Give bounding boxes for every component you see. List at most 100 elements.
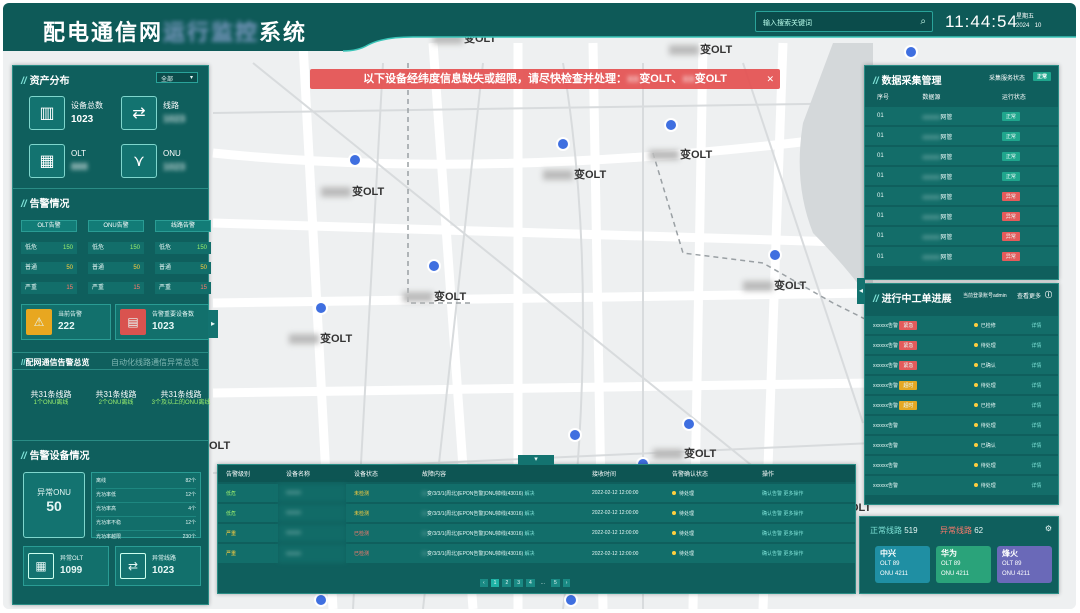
search-icon[interactable]: ⌕ bbox=[920, 16, 926, 27]
summary-item[interactable]: 共31条线路 3个及以上的ONU离线 bbox=[151, 391, 211, 407]
view-more-link[interactable]: 查看更多 bbox=[1017, 291, 1041, 300]
table-row[interactable]: xxxxxx告警 紧急 已确认 详情 bbox=[865, 354, 1058, 375]
table-row[interactable]: 01 xxxxxx网管 正常 bbox=[865, 145, 1058, 166]
abnormal-line-count: 异常线路 62 bbox=[940, 526, 984, 535]
map-label[interactable]: OLT bbox=[209, 440, 230, 452]
confirm-alarm-link[interactable]: 确认告警 bbox=[762, 551, 782, 557]
map-label[interactable]: 变OLT bbox=[289, 330, 352, 346]
page-5[interactable]: 5 bbox=[550, 579, 560, 587]
map-label[interactable]: 变OLT bbox=[653, 445, 716, 461]
collapse-left-icon[interactable]: ▸ bbox=[208, 310, 218, 338]
clock: 11:44:54 bbox=[945, 12, 1018, 31]
asset-filter-select[interactable]: 全部 ▾ bbox=[156, 72, 198, 83]
more-actions-link[interactable]: 更多操作 bbox=[783, 551, 803, 557]
work-order-panel: ◂ //进行中工单进展 当前登录账号admin 查看更多 ⓘ xxxxxx告警 … bbox=[857, 278, 1059, 505]
table-row[interactable]: xxxxxx告警 紧急 已检修 详情 bbox=[865, 314, 1058, 335]
abnormal-line-card[interactable]: ⇄ 异常线路 1023 bbox=[115, 546, 201, 586]
tab-olt-alarm[interactable]: OLT告警 bbox=[21, 220, 77, 232]
table-row[interactable]: 01 xxxxxx网管 正常 bbox=[865, 105, 1058, 126]
table-row[interactable]: 01 xxxxxx网管 异常 bbox=[865, 205, 1058, 226]
onu-icon: ⋎ bbox=[121, 144, 157, 178]
table-row[interactable]: xxxxxx告警 超时 待处理 详情 bbox=[865, 374, 1058, 395]
summary-item[interactable]: 共31条线路 2个ONU离线 bbox=[86, 391, 146, 407]
table-row[interactable]: 01 xxxxxx网管 异常 bbox=[865, 225, 1058, 246]
vendor-card-zte[interactable]: 中兴 OLT 89 ONU 4211 bbox=[875, 546, 930, 583]
settings-icon[interactable]: ⚙ bbox=[1045, 524, 1052, 533]
table-row[interactable]: 01 xxxxxx网管 正常 bbox=[865, 165, 1058, 186]
server-icon: ▤ bbox=[120, 309, 146, 335]
current-alarm-card[interactable]: ⚠ 当前告警 222 bbox=[21, 304, 111, 340]
vendor-card-fiberhome[interactable]: 烽火 OLT 89 ONU 4211 bbox=[997, 546, 1052, 583]
table-row[interactable]: xxxxxx告警 待处理 详情 bbox=[865, 414, 1058, 435]
alarm-row-normal: 普通 50 普通 50 普通 50 bbox=[21, 262, 211, 274]
tab-line-alarm-overview[interactable]: 自动化线路通信异常总览 bbox=[111, 357, 199, 368]
table-row[interactable]: 01 xxxxxx网管 异常 bbox=[865, 185, 1058, 206]
date-display: 星期五 2024 - 10 bbox=[1016, 14, 1042, 29]
map-label[interactable]: 变OLT bbox=[543, 166, 606, 182]
pagination: ‹ 1 2 3 4 ... 5 › bbox=[480, 579, 571, 587]
map-label[interactable]: 变OLT bbox=[403, 288, 466, 304]
info-icon[interactable]: ⓘ bbox=[1045, 290, 1052, 300]
asset-total[interactable]: ▥ 设备总数 1023 bbox=[29, 96, 103, 130]
alarm-row-low: 低危 150 低危 150 低危 150 bbox=[21, 242, 211, 254]
table-row[interactable]: 01 xxxxxx网管 异常 bbox=[865, 245, 1058, 266]
asset-olt[interactable]: ▦ OLT 888 bbox=[29, 144, 88, 178]
map-label[interactable]: 变OLT bbox=[321, 183, 384, 199]
close-icon[interactable]: ✕ bbox=[766, 69, 774, 89]
more-actions-link[interactable]: 更多操作 bbox=[783, 491, 803, 497]
work-order-title: //进行中工单进展 当前登录账号admin 查看更多 ⓘ bbox=[873, 290, 1052, 305]
collapse-right-icon[interactable]: ◂ bbox=[857, 278, 865, 304]
tab-onu-alarm[interactable]: ONU告警 bbox=[88, 220, 144, 232]
more-actions-link[interactable]: 更多操作 bbox=[783, 511, 803, 517]
page-3[interactable]: 3 bbox=[514, 579, 524, 587]
page-2[interactable]: 2 bbox=[502, 579, 512, 587]
page-4[interactable]: 4 bbox=[526, 579, 535, 587]
more-actions-link[interactable]: 更多操作 bbox=[783, 531, 803, 537]
asset-line[interactable]: ⇄ 线路 1023 bbox=[121, 96, 185, 130]
important-device-card[interactable]: ▤ 告警重要设备数 1023 bbox=[115, 304, 209, 340]
page-title: 配电通信网运行监控系统 bbox=[43, 20, 308, 45]
olt-icon: ▦ bbox=[29, 144, 65, 178]
summary-item[interactable]: 共31条线路 1个ONU离线 bbox=[21, 391, 81, 407]
search-input[interactable]: 输入搜索关键词 ⌕ bbox=[755, 11, 933, 32]
table-row[interactable]: 低危 xxxxxx 未检测 xx变/3/3/1(周北)[EPON告警]ONU掉线(43… bbox=[218, 482, 855, 503]
table-row[interactable]: 低危 xxxxxx 未检测 xx变/3/3/1(周北)[EPON告警]ONU掉线(43… bbox=[218, 502, 855, 523]
collect-status-badge: 正常 bbox=[1033, 72, 1052, 81]
line-icon: ⇄ bbox=[120, 553, 146, 579]
device-icon: ▥ bbox=[29, 96, 65, 130]
line-icon: ⇄ bbox=[121, 96, 157, 130]
alarm-tabs: OLT告警 ONU告警 线路告警 bbox=[21, 220, 211, 232]
normal-line-count: 正常线路 519 bbox=[870, 526, 918, 535]
alarm-list-panel: ▾ 告警级别 设备名称 设备状态 故障内容 接收时间 告警确认状态 操作 低危 xxxxxx 未… bbox=[217, 455, 856, 594]
prev-page-icon[interactable]: ‹ bbox=[480, 579, 488, 587]
table-row[interactable]: xxxxxx告警 紧急 待处理 详情 bbox=[865, 334, 1058, 355]
confirm-alarm-link[interactable]: 确认告警 bbox=[762, 491, 782, 497]
table-row[interactable]: 严重 xxxxxx 已检测 xx变/3/3/1(周北)[EPON告警]ONU掉线(43… bbox=[218, 542, 855, 563]
dashboard: 变OLT 变OLT 变OLT 变OLT 变OLT 变OLT 变OLT 变OLT … bbox=[3, 3, 1076, 609]
map-label[interactable]: 变OLT bbox=[743, 277, 806, 293]
summary-stats: 共31条线路 1个ONU离线 共31条线路 2个ONU离线 共31条线路 3个及以上的… bbox=[21, 391, 211, 407]
alarm-row-severe: 严重 15 严重 15 严重 15 bbox=[21, 282, 211, 294]
map-label[interactable]: 变OLT bbox=[649, 146, 712, 162]
alarm-section-title: //告警情况 bbox=[13, 188, 208, 210]
asset-onu[interactable]: ⋎ ONU 1023 bbox=[121, 144, 185, 178]
summary-tabs: //配网通信告警总览 自动化线路通信异常总览 bbox=[13, 352, 208, 370]
abnormal-onu-card[interactable]: 异常ONU 50 bbox=[23, 472, 85, 538]
confirm-alarm-link[interactable]: 确认告警 bbox=[762, 531, 782, 537]
confirm-alarm-link[interactable]: 确认告警 bbox=[762, 511, 782, 517]
page-1[interactable]: 1 bbox=[490, 579, 500, 587]
table-row[interactable]: xxxxxx告警 超时 已检修 详情 bbox=[865, 394, 1058, 415]
data-collect-table: 序号 数据源 运行状态 01 xxxxxx网管 正常 01 xxxxxx网管 正常 01 xx… bbox=[865, 88, 1058, 266]
alarm-table: 告警级别 设备名称 设备状态 故障内容 接收时间 告警确认状态 操作 低危 xxxxxx 未检测… bbox=[218, 465, 855, 563]
table-row[interactable]: xxxxxx告警 已确认 详情 bbox=[865, 434, 1058, 455]
next-page-icon[interactable]: › bbox=[562, 579, 571, 587]
table-row[interactable]: xxxxxx告警 待处理 详情 bbox=[865, 474, 1058, 495]
vendor-card-huawei[interactable]: 华为 OLT 89 ONU 4211 bbox=[936, 546, 991, 583]
table-row[interactable]: 严重 xxxxxx 已检测 xx变/3/3/1(周北)[EPON告警]ONU掉线(43… bbox=[218, 522, 855, 543]
tab-line-alarm[interactable]: 线路告警 bbox=[155, 220, 211, 232]
abnormal-olt-card[interactable]: ▦ 异常OLT 1099 bbox=[23, 546, 109, 586]
tab-network-alarm[interactable]: //配网通信告警总览 bbox=[21, 357, 89, 368]
table-row[interactable]: 01 xxxxxx网管 正常 bbox=[865, 125, 1058, 146]
collapse-bottom-icon[interactable]: ▾ bbox=[518, 455, 554, 465]
table-row[interactable]: xxxxxx告警 待处理 详情 bbox=[865, 454, 1058, 475]
